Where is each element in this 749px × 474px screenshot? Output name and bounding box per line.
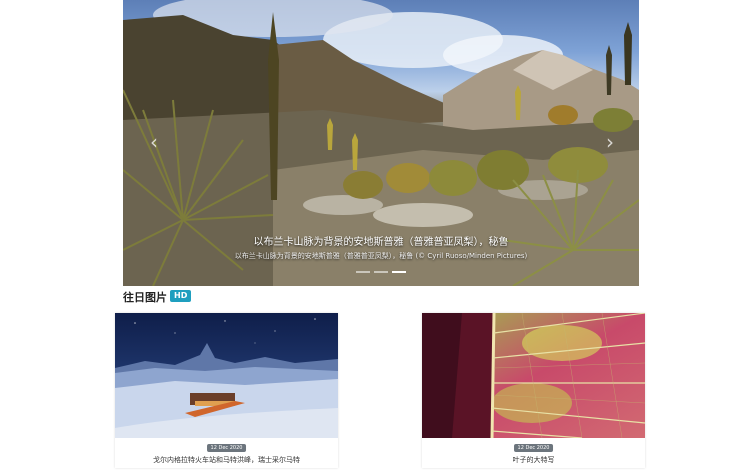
card-title[interactable]: 戈尔内格拉特火车站和马特洪峰，瑞士采尔马特 (115, 455, 338, 465)
carousel-indicator-3[interactable] (392, 271, 406, 273)
card-title[interactable]: 叶子的大特写 (422, 455, 645, 465)
card-thumbnail[interactable] (422, 313, 645, 438)
carousel-indicator-2[interactable] (374, 271, 388, 273)
image-card[interactable]: 12 Dec 2020 叶子的大特写 (422, 313, 645, 468)
carousel-caption-title: 以布兰卡山脉为背景的安地斯普雅（普雅普亚凤梨），秘鲁 (253, 237, 509, 248)
image-card[interactable]: 12 Dec 2020 戈尔内格拉特火车站和马特洪峰，瑞士采尔马特 (115, 313, 338, 468)
card-thumbnail[interactable] (115, 313, 338, 438)
carousel-prev-button[interactable]: ‹ (145, 130, 163, 154)
hero-carousel[interactable]: ‹ › 以布兰卡山脉为背景的安地斯普雅（普雅普亚凤梨），秘鲁 以布兰卡山脉为背景… (123, 0, 639, 286)
hd-badge: HD (170, 290, 192, 302)
matterhorn-night-image (115, 313, 338, 438)
chevron-right-icon: › (606, 130, 614, 154)
carousel-indicator-1[interactable] (356, 271, 370, 273)
chevron-left-icon: ‹ (150, 130, 158, 154)
card-date-badge: 12 Dec 2020 (513, 444, 554, 452)
card-date-badge: 12 Dec 2020 (206, 444, 247, 452)
carousel-indicators (123, 271, 639, 273)
leaf-closeup-image (422, 313, 645, 438)
carousel-next-button[interactable]: › (601, 130, 619, 154)
carousel-caption-subtitle: 以布兰卡山脉为背景的安地斯普雅（普雅普亚凤梨），秘鲁 (© Cyril Ruos… (234, 252, 528, 260)
section-title: 往日图片 (123, 291, 167, 304)
